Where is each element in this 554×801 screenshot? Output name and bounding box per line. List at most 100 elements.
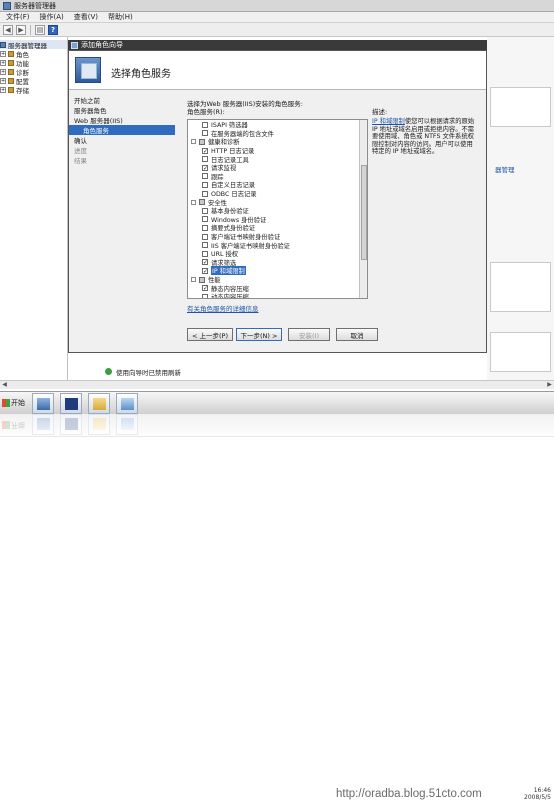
menu-action[interactable]: 操作(A) xyxy=(40,12,64,22)
tree-item-storage[interactable]: + 存储 xyxy=(0,85,67,95)
step-role-services[interactable]: 角色服务 xyxy=(69,125,175,135)
cancel-button[interactable]: 取消 xyxy=(336,328,378,341)
role-service-item[interactable]: 跟踪 xyxy=(202,172,224,181)
tree-item-label: 存储 xyxy=(16,86,29,95)
role-service-item[interactable]: 请求筛选 xyxy=(202,258,236,267)
horizontal-scrollbar[interactable]: ◀ ▶ xyxy=(0,380,554,389)
role-service-checkbox[interactable] xyxy=(202,250,208,257)
role-service-checkbox[interactable] xyxy=(202,156,208,163)
role-service-checkbox[interactable] xyxy=(202,233,208,240)
role-service-item[interactable]: 健康和诊断 xyxy=(191,138,239,146)
role-service-checkbox[interactable] xyxy=(202,164,208,171)
role-service-checkbox[interactable] xyxy=(202,259,208,266)
menu-view[interactable]: 查看(V) xyxy=(74,12,98,22)
step-web-server-iis[interactable]: Web 服务器(IIS) xyxy=(69,115,179,125)
role-service-checkbox[interactable] xyxy=(199,276,205,283)
more-info-link[interactable]: 有关角色服务的详细信息 xyxy=(187,303,259,313)
help-icon[interactable]: ? xyxy=(48,24,58,35)
tree-item-configuration[interactable]: + 配置 xyxy=(0,76,67,86)
tree-item-server-manager[interactable]: 服务器管理器 xyxy=(0,40,67,50)
wizard-header: 选择角色服务 xyxy=(69,51,486,90)
step-server-roles[interactable]: 服务器角色 xyxy=(69,105,179,115)
clock-date: 2008/5/5 xyxy=(524,794,551,801)
back-button[interactable]: < 上一步(P) xyxy=(187,328,233,341)
role-service-checkbox[interactable] xyxy=(202,242,208,249)
scrollbar-thumb[interactable] xyxy=(361,165,367,260)
list-scrollbar[interactable] xyxy=(359,120,367,298)
collapse-icon[interactable] xyxy=(191,277,196,283)
role-service-item[interactable]: 在服务器端的包含文件 xyxy=(202,129,274,138)
role-service-checkbox[interactable] xyxy=(202,267,208,274)
role-service-item[interactable]: 客户端证书映射身份验证 xyxy=(202,232,280,241)
tree-item-diagnostics[interactable]: + 诊断 xyxy=(0,67,67,77)
role-service-checkbox[interactable] xyxy=(202,173,208,180)
role-service-checkbox[interactable] xyxy=(202,207,208,214)
expand-icon[interactable]: + xyxy=(0,68,6,75)
collapse-icon[interactable] xyxy=(191,199,196,205)
role-service-item[interactable]: 请求监视 xyxy=(202,164,236,172)
step-results: 结果 xyxy=(74,157,87,165)
role-service-checkbox[interactable] xyxy=(199,138,205,145)
step-confirmation[interactable]: 确认 xyxy=(69,135,179,145)
role-service-item[interactable]: HTTP 日志记录 xyxy=(202,146,254,155)
tree-item-roles[interactable]: + 角色 xyxy=(0,49,67,59)
role-service-item[interactable]: 日志记录工具 xyxy=(202,155,249,164)
intro-text: 选择为Web 服务器(IIS)安装的角色服务: xyxy=(187,100,303,108)
role-service-item[interactable]: 安全性 xyxy=(191,198,227,207)
back-arrow-icon[interactable]: ◀ xyxy=(3,24,13,35)
next-button[interactable]: 下一步(N) > xyxy=(236,328,282,341)
server-manager-task-icon[interactable] xyxy=(32,393,54,414)
scroll-left-icon[interactable]: ◀ xyxy=(0,381,9,389)
powershell-task-icon[interactable] xyxy=(60,393,82,414)
collapse-icon[interactable] xyxy=(191,139,196,145)
role-service-item[interactable]: URL 授权 xyxy=(202,250,238,258)
role-service-item[interactable]: ISAPI 筛选器 xyxy=(202,121,248,129)
role-service-item[interactable]: IIS 客户端证书映射身份验证 xyxy=(202,241,290,250)
server-manager-link[interactable]: 器管理 xyxy=(495,164,515,174)
mirror-reflection: 开始 http://oradba.blog.51cto.com 16:46 20… xyxy=(0,414,554,553)
role-service-checkbox[interactable] xyxy=(202,224,208,231)
role-service-item[interactable]: IP 和域限制 xyxy=(202,266,246,276)
role-service-checkbox[interactable] xyxy=(202,147,208,154)
install-button: 安装(I) xyxy=(288,328,330,341)
role-service-item[interactable]: 动态内容压缩 xyxy=(202,293,249,298)
menu-bar: 文件(F) 操作(A) 查看(V) 帮助(H) xyxy=(0,12,554,23)
role-service-item[interactable]: 性能 xyxy=(191,275,221,284)
role-service-checkbox[interactable] xyxy=(202,181,208,188)
role-service-checkbox[interactable] xyxy=(202,216,208,223)
description-link[interactable]: IP 和域限制 xyxy=(372,118,405,125)
role-service-checkbox[interactable] xyxy=(202,190,208,197)
role-service-checkbox[interactable] xyxy=(202,130,208,137)
step-before-you-begin[interactable]: 开始之前 xyxy=(69,95,179,105)
features-icon xyxy=(8,59,14,66)
expand-icon[interactable]: + xyxy=(0,50,6,57)
start-button[interactable]: 开始 xyxy=(2,396,27,410)
role-service-item[interactable]: 自定义日志记录 xyxy=(202,181,255,189)
role-service-checkbox[interactable] xyxy=(202,293,208,298)
role-service-item[interactable]: 静态内容压缩 xyxy=(202,284,249,293)
reflection-fade xyxy=(0,414,554,553)
expand-icon[interactable]: + xyxy=(0,59,6,66)
expand-icon[interactable]: + xyxy=(0,86,6,93)
menu-help[interactable]: 帮助(H) xyxy=(108,12,133,22)
role-service-item[interactable]: 摘要式身份验证 xyxy=(202,224,255,232)
role-services-list[interactable]: ISAPI 筛选器在服务器端的包含文件健康和诊断HTTP 日志记录日志记录工具请… xyxy=(187,119,368,299)
role-service-checkbox[interactable] xyxy=(202,121,208,128)
role-services-label: 角色服务(R): xyxy=(187,108,225,116)
clock-time: 16:46 xyxy=(533,787,551,794)
menu-file[interactable]: 文件(F) xyxy=(6,12,30,22)
role-service-checkbox[interactable] xyxy=(199,199,205,206)
forward-arrow-icon[interactable]: ▶ xyxy=(16,24,26,35)
tree-item-features[interactable]: + 功能 xyxy=(0,58,67,68)
console-tree-icon[interactable]: ▤ xyxy=(35,24,45,35)
blog-watermark: http://oradba.blog.51cto.com xyxy=(336,788,482,800)
role-service-item[interactable]: Windows 身份验证 xyxy=(202,215,266,224)
role-service-item[interactable]: 基本身份验证 xyxy=(202,207,249,215)
explorer-task-icon[interactable] xyxy=(88,393,110,414)
network-task-icon[interactable] xyxy=(116,393,138,414)
role-service-item[interactable]: ODBC 日志记录 xyxy=(202,189,257,198)
role-service-checkbox[interactable] xyxy=(202,285,208,292)
scroll-right-icon[interactable]: ▶ xyxy=(545,381,554,389)
status-text: 使用向导时已禁用刷新 xyxy=(116,368,181,377)
expand-icon[interactable]: + xyxy=(0,77,6,84)
